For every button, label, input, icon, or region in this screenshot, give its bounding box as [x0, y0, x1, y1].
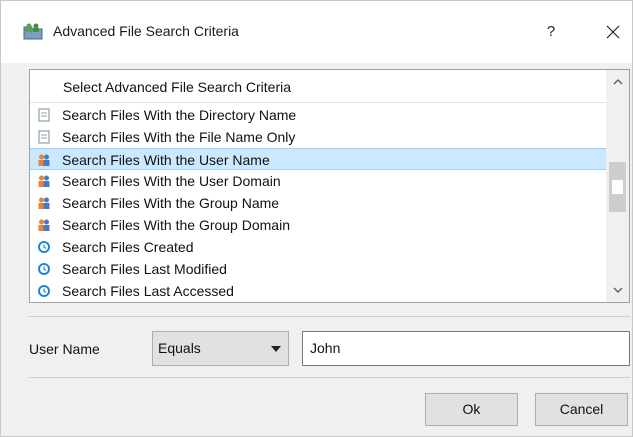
divider [29, 377, 630, 378]
chevron-up-icon [613, 79, 622, 85]
criteria-field-label: User Name [29, 341, 100, 357]
scrollbar-thumb[interactable] [609, 162, 626, 212]
dropdown-arrow-icon [271, 346, 281, 352]
scroll-down-button[interactable] [606, 280, 629, 300]
clock-icon [37, 284, 51, 298]
criteria-list[interactable]: Select Advanced File Search Criteria Sea… [29, 69, 630, 303]
list-header: Select Advanced File Search Criteria [30, 70, 606, 103]
cancel-button[interactable]: Cancel [535, 393, 628, 426]
operator-select[interactable]: Equals [152, 331, 289, 366]
list-item-selected[interactable]: Search Files With the User Name [30, 148, 606, 170]
document-icon [37, 130, 51, 144]
user-group-icon [37, 218, 51, 232]
list-header-text: Select Advanced File Search Criteria [63, 79, 291, 95]
vertical-scrollbar[interactable] [606, 70, 629, 302]
list-item[interactable]: Search Files Created [30, 236, 606, 258]
user-group-icon [37, 153, 51, 167]
ok-button[interactable]: Ok [425, 393, 518, 426]
close-button[interactable] [600, 19, 626, 45]
operator-value: Equals [158, 340, 201, 356]
help-button[interactable]: ? [538, 19, 564, 45]
clock-icon [37, 240, 51, 254]
list-item[interactable]: Search Files Last Modified [30, 258, 606, 280]
criteria-value-input[interactable]: John [302, 331, 630, 366]
dialog-window: Advanced File Search Criteria ? Select A… [0, 0, 633, 437]
close-icon [606, 25, 620, 39]
scrollbar-thumb-grip [612, 180, 623, 194]
dialog-body: Select Advanced File Search Criteria Sea… [1, 63, 632, 436]
criteria-value-text: John [310, 340, 341, 356]
list-item[interactable]: Search Files With the Group Name [30, 192, 606, 214]
chevron-down-icon [613, 287, 622, 293]
user-group-icon [37, 174, 51, 188]
clock-icon [37, 262, 51, 276]
document-icon [37, 108, 51, 122]
criteria-items: Search Files With the Directory Name Sea… [30, 104, 606, 302]
divider [29, 316, 630, 317]
user-group-icon [37, 196, 51, 210]
users-folder-icon [23, 22, 43, 40]
window-title: Advanced File Search Criteria [53, 23, 239, 39]
title-bar[interactable]: Advanced File Search Criteria ? [1, 1, 632, 63]
list-item[interactable]: Search Files With the User Domain [30, 170, 606, 192]
list-item[interactable]: Search Files With the Directory Name [30, 104, 606, 126]
scroll-up-button[interactable] [606, 72, 629, 92]
list-item[interactable]: Search Files With the File Name Only [30, 126, 606, 148]
list-item[interactable]: Search Files With the Group Domain [30, 214, 606, 236]
list-item[interactable]: Search Files Last Accessed [30, 280, 606, 302]
